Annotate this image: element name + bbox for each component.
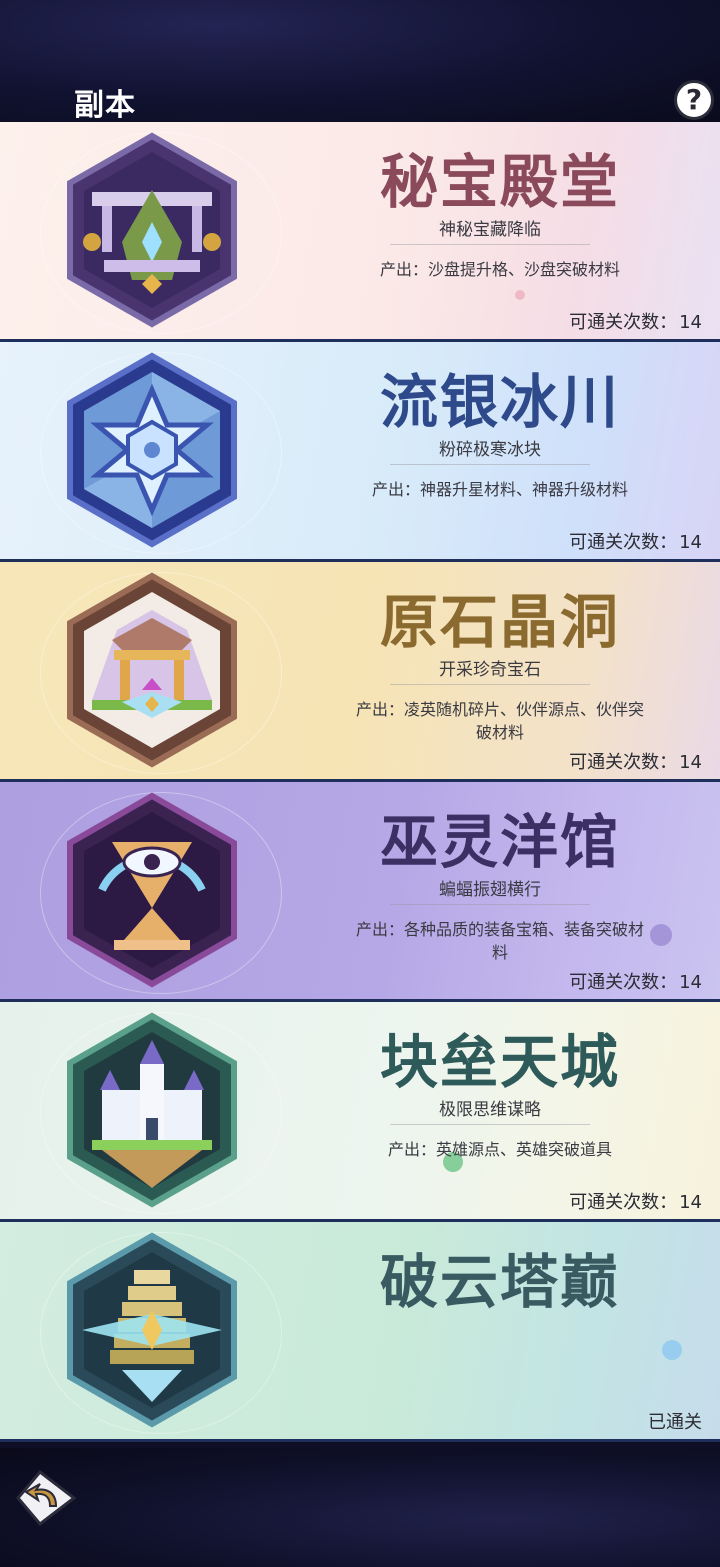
cloud-tower-icon bbox=[67, 1232, 237, 1428]
dungeon-subtitle: 开采珍奇宝石 bbox=[390, 658, 590, 685]
dungeon-subtitle: 神秘宝藏降临 bbox=[390, 218, 590, 245]
clear-count-label: 可通关次数： bbox=[569, 532, 678, 553]
dungeon-name: 流银冰川 bbox=[379, 368, 620, 436]
dungeon-subtitle: 极限思维谋略 bbox=[390, 1098, 590, 1125]
clear-count-label: 可通关次数： bbox=[569, 752, 678, 773]
decor-dot bbox=[662, 1340, 682, 1360]
help-button[interactable]: ? bbox=[674, 80, 714, 120]
dungeon-name: 破云塔巅 bbox=[379, 1248, 620, 1316]
dungeon-card-cloud-tower[interactable]: 破云塔巅 已通关 bbox=[0, 1222, 720, 1442]
dungeon-card-glacier[interactable]: 流银冰川 粉碎极寒冰块 产出：神器升星材料、神器升级材料 可通关次数： 14 bbox=[0, 342, 720, 562]
page-title: 副本 bbox=[74, 88, 136, 123]
dungeon-subtitle: 蝙蝠振翅横行 bbox=[390, 878, 590, 905]
clear-count-label: 可通关次数： bbox=[569, 312, 678, 333]
dungeon-card-treasure-hall[interactable]: 秘宝殿堂 神秘宝藏降临 产出：沙盘提升格、沙盘突破材料 可通关次数： 14 bbox=[0, 122, 720, 342]
glacier-snowflake-icon bbox=[67, 352, 237, 548]
dungeon-name: 巫灵洋馆 bbox=[379, 808, 620, 876]
decor-dot bbox=[650, 924, 672, 946]
clear-count-label: 可通关次数： bbox=[569, 1192, 678, 1213]
dungeon-card-crystal-cave[interactable]: 原石晶洞 开采珍奇宝石 产出：凌英随机碎片、伙伴源点、伙伴突破材料 可通关次数：… bbox=[0, 562, 720, 782]
clear-count-value: 14 bbox=[679, 532, 702, 553]
question-mark-icon: ? bbox=[685, 83, 703, 116]
clear-count-value: 14 bbox=[679, 1192, 702, 1213]
clear-count-value: 14 bbox=[679, 312, 702, 333]
clear-count-value: 14 bbox=[679, 752, 702, 773]
dungeon-output: 产出：英雄源点、英雄突破道具 bbox=[387, 1140, 612, 1159]
dungeon-name: 块垒天城 bbox=[379, 1028, 620, 1096]
clear-count: 可通关次数： 14 bbox=[569, 971, 702, 995]
back-button[interactable] bbox=[16, 1466, 80, 1530]
dungeon-output: 产出：沙盘提升格、沙盘突破材料 bbox=[379, 260, 620, 279]
dungeon-card-sky-castle[interactable]: 块垒天城 极限思维谋略 产出：英雄源点、英雄突破道具 可通关次数： 14 bbox=[0, 1002, 720, 1222]
sky-castle-icon bbox=[67, 1012, 237, 1208]
dungeon-name: 原石晶洞 bbox=[379, 588, 620, 656]
bottom-bar-background bbox=[0, 1448, 720, 1567]
decor-dot bbox=[515, 290, 525, 300]
clear-count-value: 14 bbox=[679, 972, 702, 993]
dungeon-subtitle: 粉碎极寒冰块 bbox=[390, 438, 590, 465]
clear-count: 可通关次数： 14 bbox=[569, 311, 702, 335]
dungeon-output: 产出：神器升星材料、神器升级材料 bbox=[371, 480, 628, 499]
treasure-hall-icon bbox=[67, 132, 237, 328]
dungeon-list: 秘宝殿堂 神秘宝藏降临 产出：沙盘提升格、沙盘突破材料 可通关次数： 14 流银冰… bbox=[0, 122, 720, 1442]
clear-count: 可通关次数： 14 bbox=[569, 531, 702, 555]
clear-count: 可通关次数： 14 bbox=[569, 1191, 702, 1215]
clear-count: 可通关次数： 14 bbox=[569, 751, 702, 775]
back-arrow-icon bbox=[16, 1469, 77, 1527]
dungeon-output: 产出：凌英随机碎片、伙伴源点、伙伴突破材料 bbox=[355, 700, 644, 742]
dungeon-output: 产出：各种品质的装备宝箱、装备突破材料 bbox=[355, 920, 644, 962]
cleared-status: 已通关 bbox=[648, 1412, 702, 1433]
crystal-cave-icon bbox=[67, 572, 237, 768]
clear-count-label: 可通关次数： bbox=[569, 972, 678, 993]
dungeon-card-witch-mansion[interactable]: 巫灵洋馆 蝙蝠振翅横行 产出：各种品质的装备宝箱、装备突破材料 可通关次数： 14 bbox=[0, 782, 720, 1002]
dungeon-name: 秘宝殿堂 bbox=[379, 148, 620, 216]
eye-hourglass-icon bbox=[67, 792, 237, 988]
